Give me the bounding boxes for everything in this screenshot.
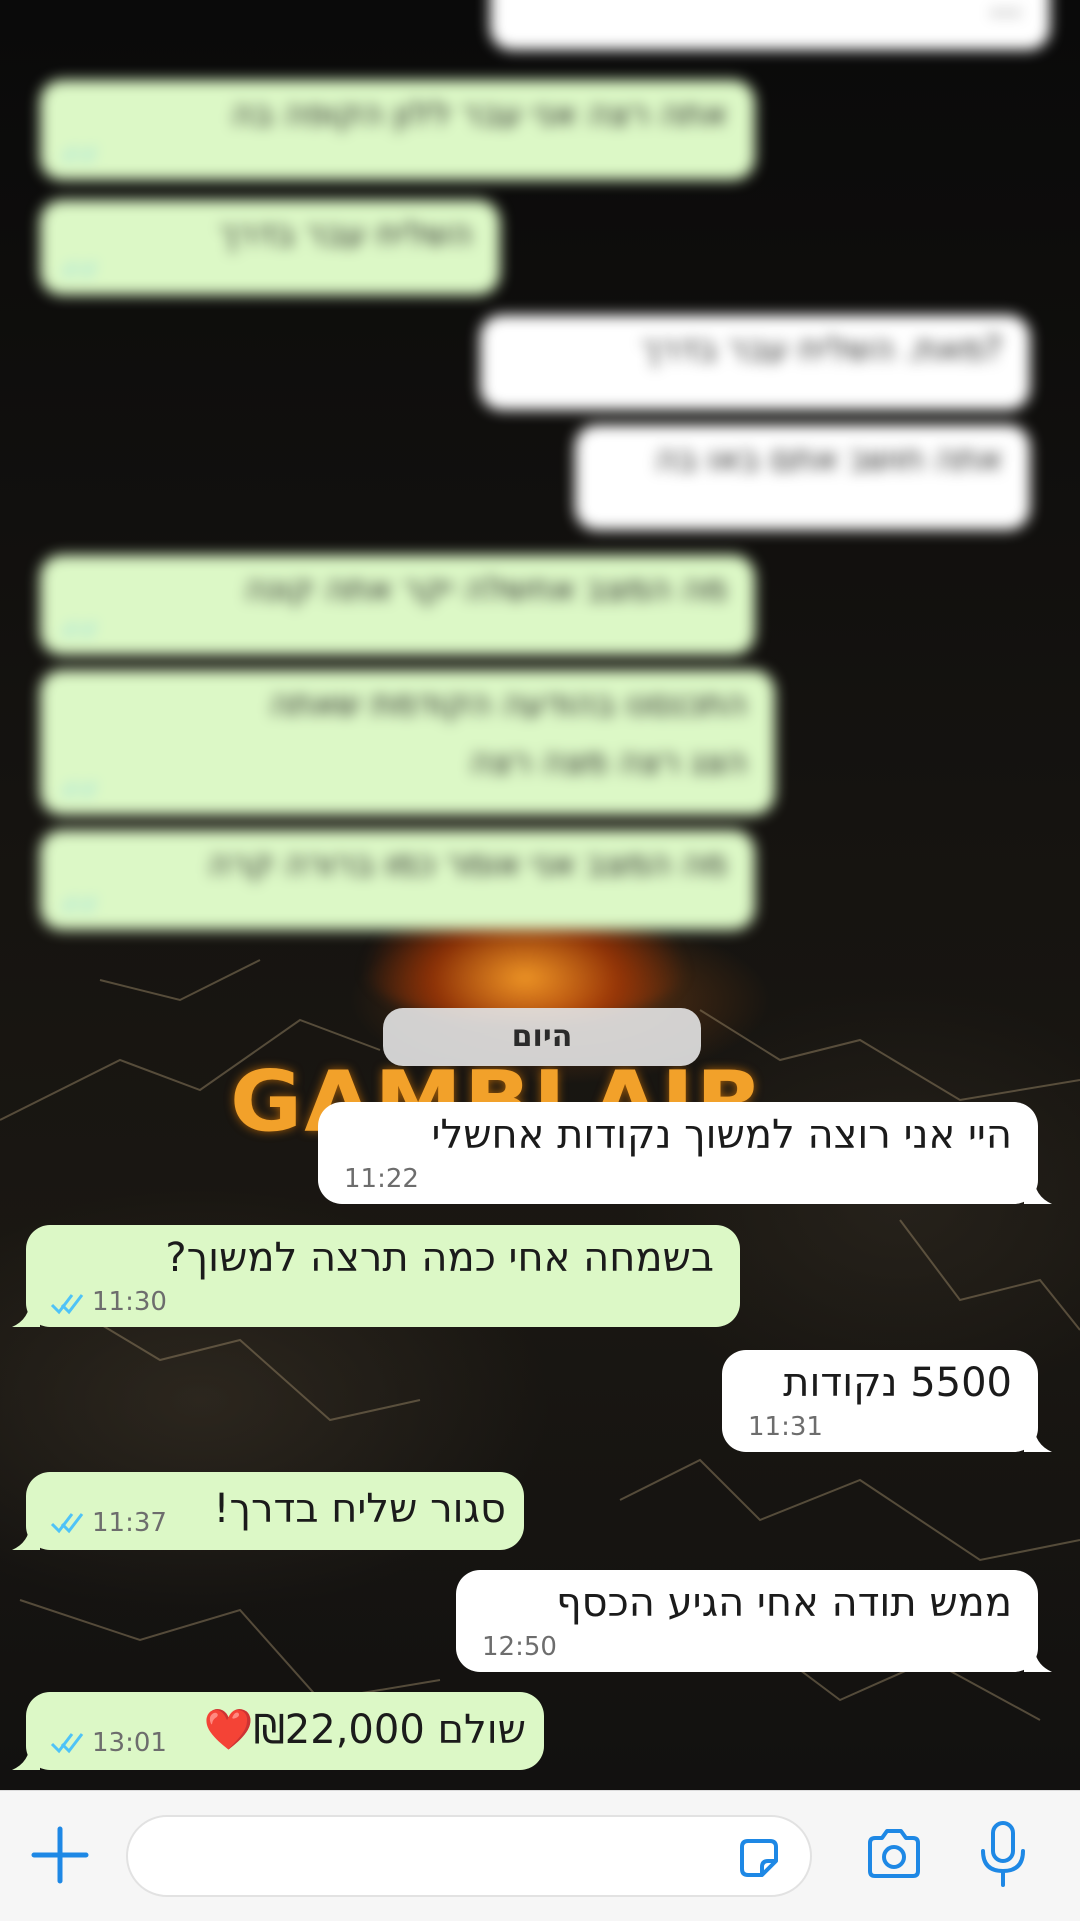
blurred-bubble: התכנסנו בהודעה הקודמת שאתה הצג רצה מצה ר…	[40, 670, 775, 815]
message-text: סגור שליח בדרך!	[213, 1486, 506, 1532]
bubble-tail	[12, 1522, 40, 1550]
blurred-bubble: אתה רצה אני עבר ללון הקופה בה ✓✓	[40, 80, 755, 180]
blurred-history: ... אתה רצה אני עבר ללון הקופה בה ✓✓ השל…	[0, 0, 1080, 960]
message-incoming[interactable]: ממש תודה אחי הגיע הכסף 12:50	[456, 1570, 1052, 1672]
message-time: 11:22	[344, 1164, 419, 1194]
bubble-tail	[1024, 1424, 1052, 1452]
message-incoming[interactable]: 5500 נקודות 11:31	[722, 1350, 1052, 1452]
read-receipt-icon	[50, 1733, 84, 1754]
bubble-tail	[12, 1299, 40, 1327]
plus-icon[interactable]	[28, 1823, 92, 1887]
message-text: 5500 נקודות	[783, 1360, 1012, 1406]
message-text: שולם ₪22,000❤️	[203, 1707, 526, 1753]
read-receipt-icon	[50, 1513, 84, 1534]
blurred-bubble: מאת. השליח עבר בדרך?	[480, 315, 1030, 410]
message-input[interactable]	[126, 1815, 812, 1897]
message-text: ממש תודה אחי הגיע הכסף	[556, 1580, 1012, 1626]
blurred-bubble: מה המצב אחשלה יקר אתה קונה ✓✓	[40, 555, 755, 655]
bubble-tail	[1024, 1644, 1052, 1672]
microphone-icon[interactable]	[976, 1819, 1030, 1891]
camera-icon[interactable]	[862, 1823, 926, 1887]
message-text: בשמחה אחי כמה תרצה למשוך?	[165, 1235, 714, 1281]
message-time: 11:30	[92, 1287, 167, 1317]
message-outgoing[interactable]: סגור שליח בדרך! 11:37	[12, 1472, 524, 1550]
message-time: 11:37	[92, 1508, 167, 1538]
blurred-bubble: מה המצב אני אומר כמו ברורה קרה ✓✓	[40, 830, 755, 930]
date-separator: היום	[383, 1008, 701, 1066]
blurred-bubble: השליח עבר בדרך ✓✓	[40, 200, 500, 295]
sticker-icon[interactable]	[734, 1833, 784, 1883]
message-outgoing[interactable]: בשמחה אחי כמה תרצה למשוך? 11:30	[12, 1225, 740, 1327]
blurred-bubble: ...	[490, 0, 1050, 50]
message-time: 13:01	[92, 1728, 167, 1758]
message-time: 12:50	[482, 1632, 557, 1662]
blurred-bubble: אתה חושב אתם באו בה	[575, 425, 1030, 530]
message-outgoing[interactable]: שולם ₪22,000❤️ 13:01	[12, 1692, 544, 1770]
read-receipt-icon	[50, 1294, 84, 1315]
message-text: היי אני רוצה למשוך נקודות אחשלי	[431, 1112, 1012, 1158]
bubble-tail	[1024, 1176, 1052, 1204]
message-input-bar	[0, 1790, 1080, 1921]
message-incoming[interactable]: היי אני רוצה למשוך נקודות אחשלי 11:22	[318, 1102, 1052, 1204]
message-time: 11:31	[748, 1412, 823, 1442]
bubble-tail	[12, 1742, 40, 1770]
